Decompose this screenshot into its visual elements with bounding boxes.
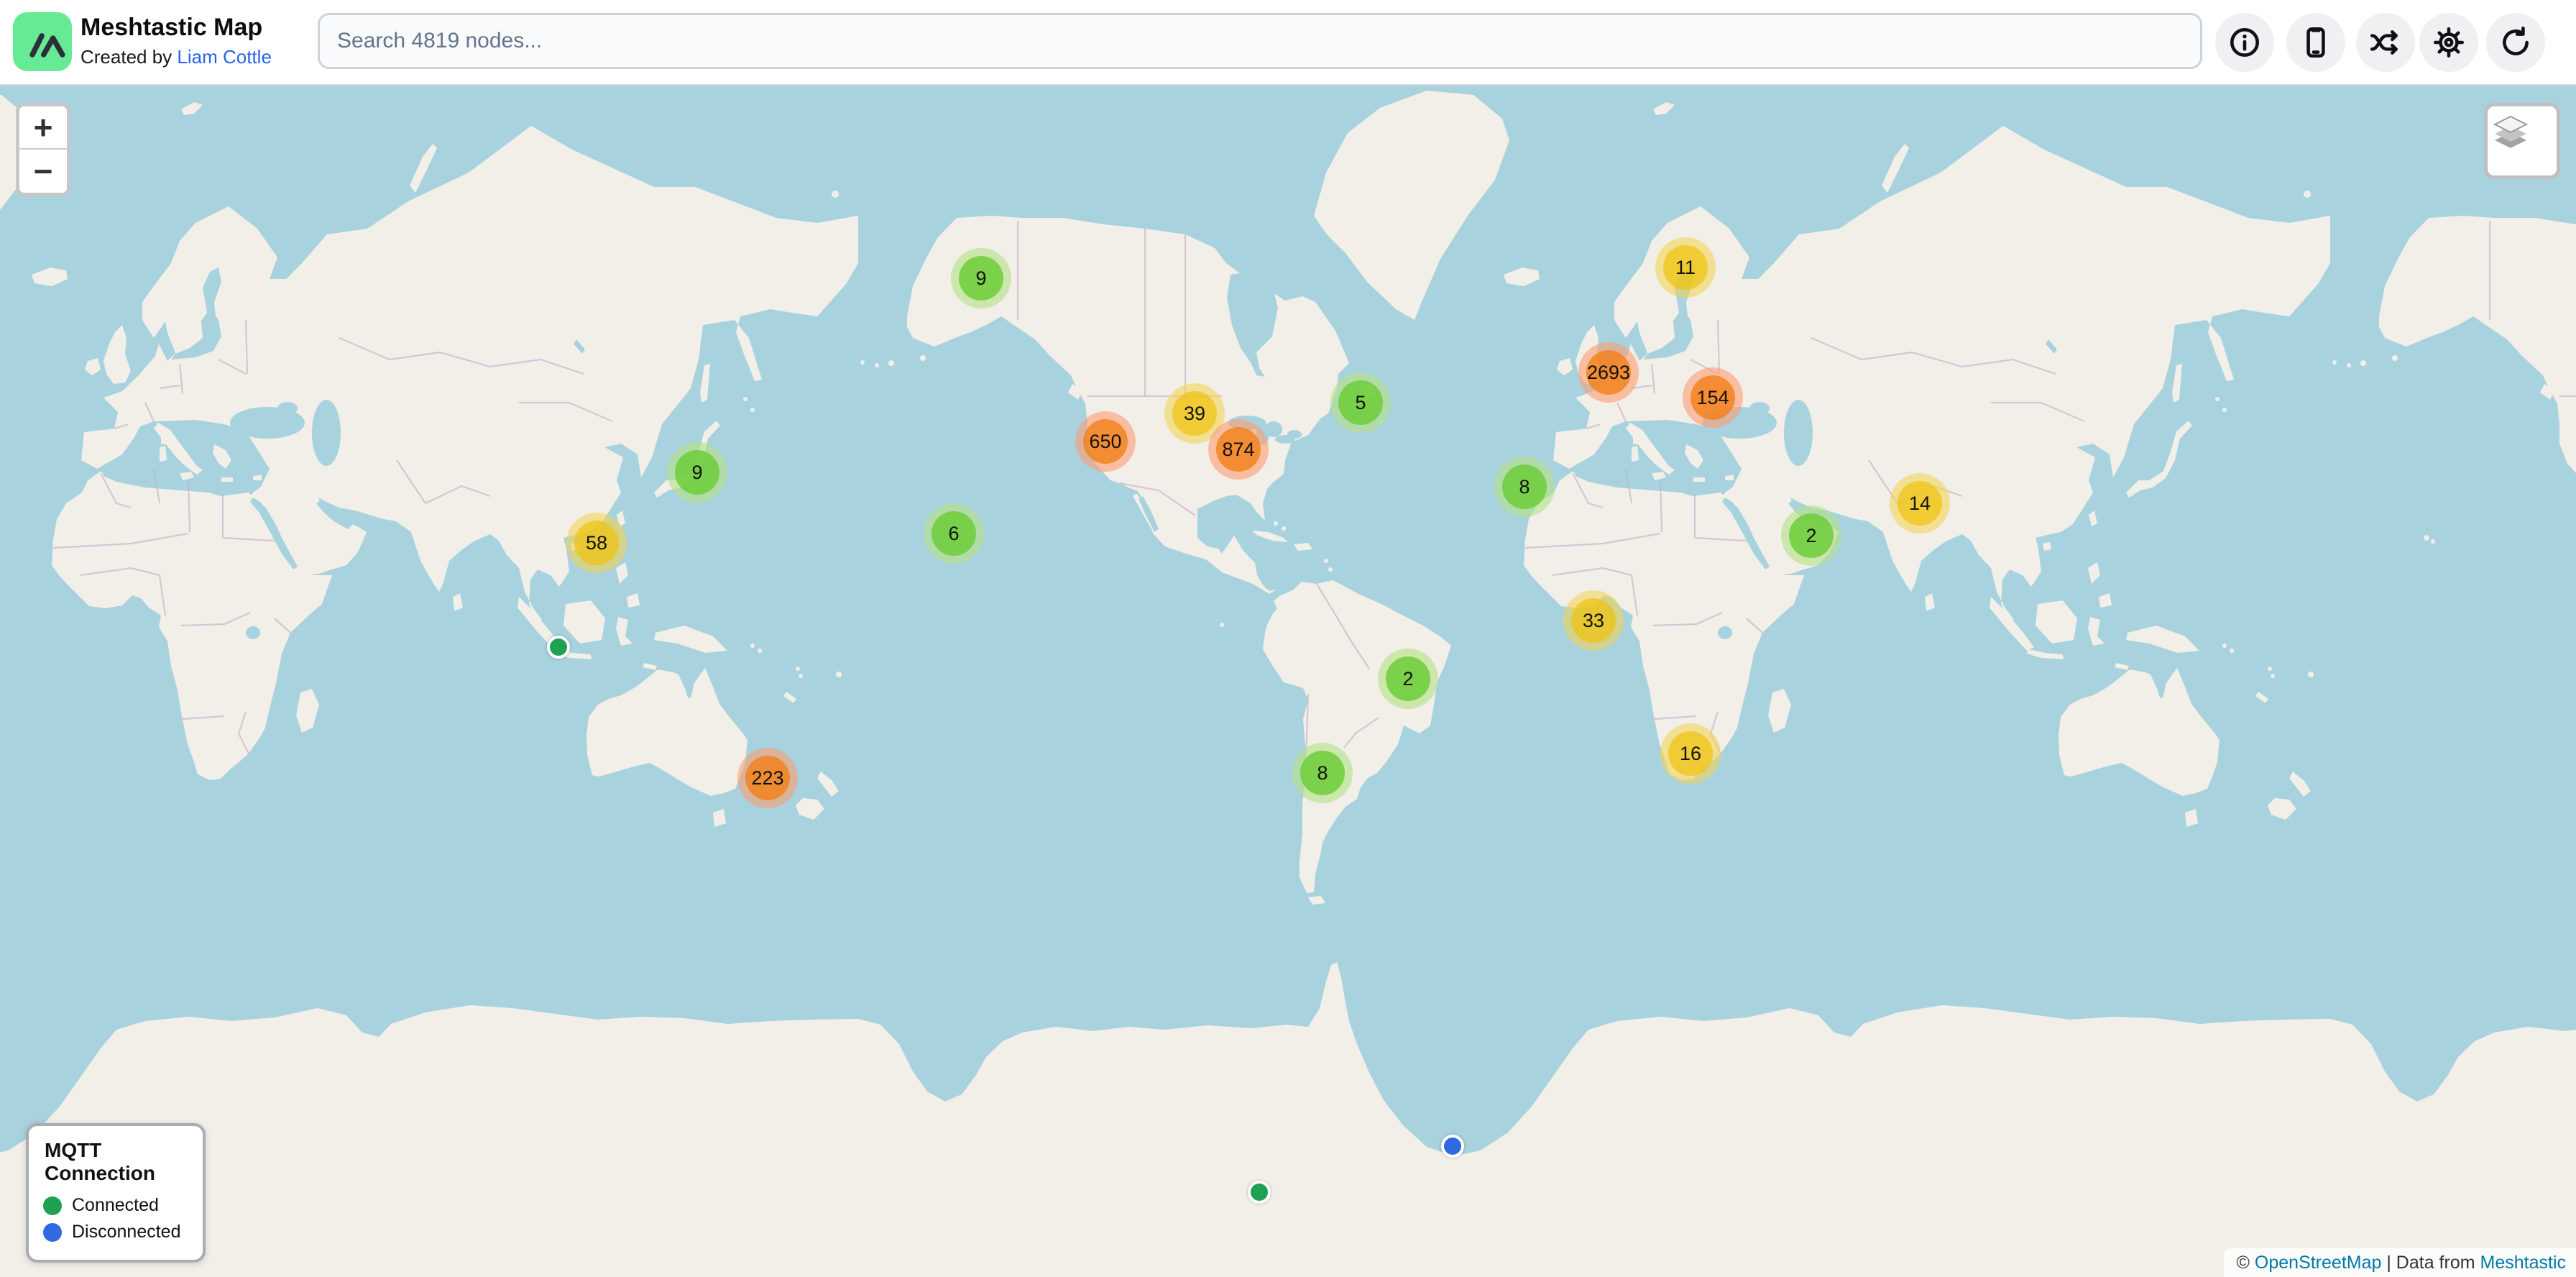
cluster-marker[interactable]: 5 <box>1330 372 1391 433</box>
random-node-button[interactable] <box>2356 13 2415 72</box>
cluster-marker[interactable]: 8 <box>1494 457 1555 517</box>
cluster-marker[interactable]: 33 <box>1563 590 1624 651</box>
author-link[interactable]: Liam Cottle <box>177 46 272 68</box>
header: Meshtastic Map Created by Liam Cottle <box>0 0 2576 86</box>
cluster-marker[interactable]: 2693 <box>1578 342 1639 403</box>
settings-button[interactable] <box>2419 13 2478 72</box>
zoom-control: + − <box>16 103 70 196</box>
cluster-marker[interactable]: 9 <box>667 442 727 503</box>
map-canvas[interactable]: 911269315439565087498142586332168223 + −… <box>0 84 2576 1277</box>
mobile-button[interactable] <box>2286 13 2345 72</box>
cluster-marker[interactable]: 8 <box>1292 743 1353 803</box>
cluster-marker[interactable]: 6 <box>924 503 984 564</box>
legend-item-disconnected: Disconnected <box>43 1222 190 1242</box>
node-marker-connected[interactable] <box>547 636 570 659</box>
cluster-marker[interactable]: 9 <box>951 248 1011 308</box>
search-input[interactable] <box>318 13 2202 69</box>
cluster-marker[interactable]: 16 <box>1660 723 1721 784</box>
node-marker-disconnected[interactable] <box>1441 1135 1464 1158</box>
mqtt-legend: MQTT Connection Connected Disconnected <box>26 1123 206 1263</box>
mobile-icon <box>2298 24 2334 60</box>
disconnected-dot <box>43 1223 62 1242</box>
page-title: Meshtastic Map <box>80 12 272 43</box>
info-icon <box>2227 24 2263 60</box>
layers-icon <box>2488 106 2534 152</box>
info-button[interactable] <box>2215 13 2274 72</box>
title-block: Meshtastic Map Created by Liam Cottle <box>80 12 272 70</box>
cluster-marker[interactable]: 874 <box>1208 419 1269 480</box>
map-attribution: © OpenStreetMap | Data from Meshtastic <box>2224 1248 2576 1277</box>
legend-item-connected: Connected <box>43 1195 190 1216</box>
layers-control[interactable] <box>2484 103 2560 179</box>
shuffle-icon <box>2368 24 2404 60</box>
meshtastic-link[interactable]: Meshtastic <box>2480 1253 2566 1273</box>
meshtastic-logo-icon <box>13 12 72 71</box>
cluster-marker[interactable]: 2 <box>1781 505 1841 566</box>
zoom-in-button[interactable]: + <box>19 106 67 150</box>
cluster-marker[interactable]: 11 <box>1655 237 1716 298</box>
refresh-icon <box>2498 24 2534 60</box>
zoom-out-button[interactable]: − <box>19 150 67 193</box>
legend-title: MQTT Connection <box>45 1139 190 1185</box>
cluster-marker[interactable]: 154 <box>1683 367 1743 428</box>
cluster-marker[interactable]: 2 <box>1378 649 1438 709</box>
cluster-marker[interactable]: 223 <box>737 748 798 808</box>
world-map <box>0 84 2576 1277</box>
node-marker-connected[interactable] <box>1248 1181 1271 1204</box>
connected-dot <box>43 1196 62 1215</box>
cluster-marker[interactable]: 58 <box>566 513 627 573</box>
cluster-marker[interactable]: 650 <box>1075 411 1136 472</box>
openstreetmap-link[interactable]: OpenStreetMap <box>2255 1253 2382 1273</box>
page-subtitle: Created by Liam Cottle <box>80 43 272 70</box>
cluster-marker[interactable]: 14 <box>1890 473 1950 534</box>
refresh-button[interactable] <box>2486 13 2545 72</box>
gear-icon <box>2431 24 2467 60</box>
